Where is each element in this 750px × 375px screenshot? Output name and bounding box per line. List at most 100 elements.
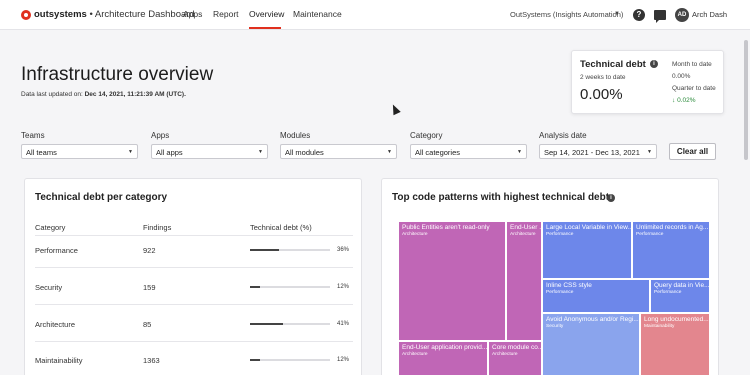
page-title: Infrastructure overview: [21, 64, 214, 85]
tech-debt-period: 2 weeks to date: [580, 74, 626, 81]
apps-select[interactable]: All apps ▼: [151, 144, 268, 159]
tech-debt-title: Technical debt: [580, 59, 646, 70]
treemap-cell[interactable]: Core module co... Architecture: [488, 341, 542, 375]
row-findings: 1363: [143, 356, 160, 365]
treemap-cell[interactable]: Long undocumented... Maintainability: [640, 313, 710, 375]
cell-category: Architecture: [402, 352, 428, 357]
debt-bar: [250, 249, 330, 251]
chevron-down-icon: ▼: [647, 149, 652, 155]
apps-label: Apps: [151, 131, 170, 140]
debt-bar: [250, 359, 330, 361]
treemap-cell[interactable]: Unlimited records in Ag... Performance: [632, 221, 710, 279]
column-header-findings: Findings: [143, 223, 172, 232]
tech-debt-value: 0.00%: [580, 86, 623, 103]
cell-name: End-User ...: [510, 224, 542, 231]
debt-pct: 12%: [337, 357, 350, 363]
info-icon[interactable]: i: [650, 60, 658, 68]
cell-name: Large Local Variable in View...: [546, 224, 632, 231]
debt-pct: 41%: [337, 321, 350, 327]
row-findings: 85: [143, 320, 152, 329]
treemap-cell[interactable]: Query data in Vie... Performance: [650, 279, 710, 313]
analysis-date-label: Analysis date: [539, 131, 587, 140]
treemap-cell[interactable]: Large Local Variable in View... Performa…: [542, 221, 632, 279]
user-name[interactable]: Arch Dash: [692, 10, 727, 19]
row-category: Architecture: [35, 320, 76, 329]
cell-category: Architecture: [510, 232, 536, 237]
treemap-cell[interactable]: Avoid Anonymous and/or Regi... Security: [542, 313, 640, 375]
cell-category: Performance: [654, 290, 682, 295]
cell-name: Long undocumented...: [644, 316, 709, 323]
debt-pct: 12%: [337, 284, 350, 290]
cell-name: Inline CSS style: [546, 282, 592, 289]
debt-bar-fill: [250, 359, 260, 361]
scrollbar-thumb[interactable]: [744, 40, 748, 160]
chevron-down-icon[interactable]: ▼: [614, 11, 620, 17]
row-findings: 159: [143, 283, 156, 292]
updated-value: Dec 14, 2021, 11:21:39 AM (UTC).: [84, 91, 186, 98]
quarter-to-date-label: Quarter to date: [672, 85, 716, 92]
top-navigation-bar: outsystems • Architecture Dashboard Apps…: [0, 0, 750, 30]
category-select[interactable]: All categories ▼: [410, 144, 527, 159]
row-category: Maintainability: [35, 356, 83, 365]
app-name: Architecture Dashboard: [94, 9, 195, 20]
month-to-date-value: 0.00%: [672, 73, 691, 80]
debt-bar-fill: [250, 323, 283, 325]
active-tab-indicator: [249, 27, 281, 29]
row-category: Performance: [35, 246, 78, 255]
month-to-date-label: Month to date: [672, 61, 712, 68]
cell-name: Query data in Vie...: [654, 282, 710, 289]
quarter-delta: ↓ 0.02%: [672, 97, 696, 104]
arrow-down-icon: ↓: [672, 97, 676, 104]
tenant-selector[interactable]: OutSystems (Insights Automation): [510, 10, 623, 19]
cell-category: Performance: [636, 232, 664, 237]
row-divider: [35, 235, 353, 236]
treemap-cell[interactable]: Public Entities aren't read-only Archite…: [398, 221, 506, 341]
updated-prefix: Data last updated on:: [21, 91, 83, 98]
cell-category: Performance: [546, 290, 574, 295]
clear-all-button[interactable]: Clear all: [669, 143, 716, 160]
column-header-category: Category: [35, 223, 66, 232]
cell-category: Architecture: [402, 232, 428, 237]
category-value: All categories: [415, 148, 461, 157]
cell-name: End-User application provid...: [402, 344, 488, 351]
debt-bar-fill: [250, 249, 279, 251]
debt-pct: 36%: [337, 247, 350, 253]
nav-report[interactable]: Report: [213, 9, 239, 19]
treemap-cell[interactable]: End-User ... Architecture: [506, 221, 542, 341]
apps-value: All apps: [156, 148, 183, 157]
treemap-cell[interactable]: Inline CSS style Performance: [542, 279, 650, 313]
cell-name: Avoid Anonymous and/or Regi...: [546, 316, 639, 323]
modules-value: All modules: [285, 148, 324, 157]
cell-name: Core module co...: [492, 344, 542, 351]
cell-category: Performance: [546, 232, 574, 237]
nav-overview[interactable]: Overview: [249, 9, 284, 19]
chevron-down-icon: ▼: [517, 149, 522, 155]
analysis-date-select[interactable]: Sep 14, 2021 - Dec 13, 2021 ▼: [539, 144, 657, 159]
modules-label: Modules: [280, 131, 311, 140]
row-findings: 922: [143, 246, 156, 255]
chevron-down-icon: ▼: [258, 149, 263, 155]
cell-category: Maintainability: [644, 324, 675, 329]
avatar[interactable]: AD: [675, 8, 689, 22]
chevron-down-icon: ▼: [387, 149, 392, 155]
help-icon[interactable]: ?: [633, 9, 645, 21]
nav-apps[interactable]: Apps: [183, 9, 202, 19]
chat-icon[interactable]: [654, 10, 666, 23]
nav-maintenance[interactable]: Maintenance: [293, 9, 342, 19]
treemap-cell[interactable]: End-User application provid... Architect…: [398, 341, 488, 375]
modules-select[interactable]: All modules ▼: [280, 144, 397, 159]
quarter-delta-value: 0.02%: [677, 97, 696, 104]
brand-name: outsystems: [34, 9, 87, 20]
category-label: Category: [410, 131, 443, 140]
code-patterns-treemap: Public Entities aren't read-only Archite…: [398, 221, 710, 375]
info-icon[interactable]: i: [607, 194, 615, 202]
outsystems-logo-icon[interactable]: [21, 10, 31, 20]
last-updated-text: Data last updated on: Dec 14, 2021, 11:2…: [21, 91, 186, 98]
app-brand[interactable]: outsystems • Architecture Dashboard: [34, 9, 195, 20]
top-code-patterns-panel: Top code patterns with highest technical…: [381, 178, 719, 375]
cell-name: Public Entities aren't read-only: [402, 224, 490, 231]
teams-select[interactable]: All teams ▼: [21, 144, 138, 159]
teams-value: All teams: [26, 148, 57, 157]
cell-category: Security: [546, 324, 564, 329]
panel-title: Technical debt per category: [35, 192, 168, 203]
